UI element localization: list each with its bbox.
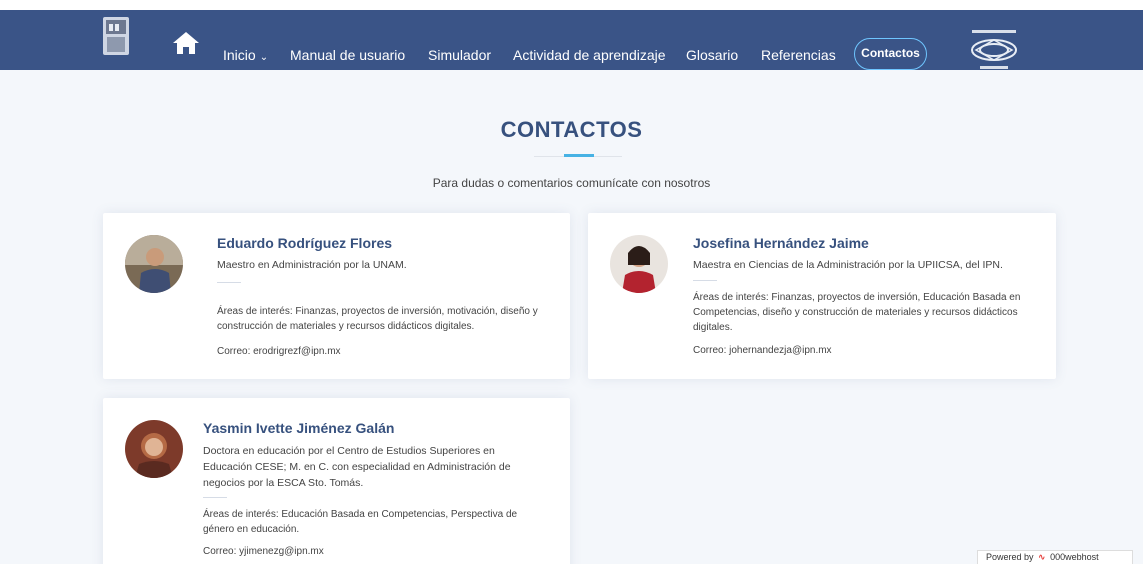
- webhost-brand: 000webhost: [1050, 552, 1099, 562]
- contact-name: Yasmin Ivette Jiménez Galán: [203, 420, 395, 436]
- nav-item-simulador[interactable]: Simulador: [428, 25, 491, 85]
- powered-by-badge[interactable]: Powered by ∿ 000webhost: [977, 550, 1133, 564]
- contact-role: Maestro en Administración por la UNAM.: [217, 259, 407, 271]
- contact-email[interactable]: Correo: johernandezja@ipn.mx: [693, 343, 832, 358]
- avatar: [125, 420, 183, 478]
- contact-role: Maestra en Ciencias de la Administración…: [693, 259, 1003, 271]
- contact-areas: Áreas de interés: Finanzas, proyectos de…: [217, 306, 538, 332]
- contactos-button[interactable]: Contactos: [854, 38, 927, 70]
- nav-item-referencias[interactable]: Referencias: [761, 25, 836, 85]
- nav-item-glosario[interactable]: Glosario: [686, 25, 738, 85]
- contact-card-josefina: Josefina Hernández Jaime Maestra en Cien…: [588, 213, 1056, 379]
- contact-email[interactable]: Correo: erodrigrezf@ipn.mx: [217, 344, 341, 359]
- top-white-strip: [0, 0, 1143, 10]
- nav-item-manual[interactable]: Manual de usuario: [290, 25, 405, 85]
- contact-areas: Áreas de interés: Educación Basada en Co…: [203, 509, 518, 535]
- avatar: [125, 235, 183, 293]
- nav-item-inicio-label: Inicio: [223, 47, 256, 63]
- card-divider: [203, 497, 227, 498]
- webhost-logo-icon: ∿: [1038, 552, 1046, 562]
- page-subtitle: Para dudas o comentarios comunícate con …: [432, 176, 711, 190]
- page-title: CONTACTOS: [500, 117, 643, 142]
- contact-name: Josefina Hernández Jaime: [693, 235, 869, 251]
- contact-role: Doctora en educación por el Centro de Es…: [203, 445, 511, 489]
- nav-item-actividad[interactable]: Actividad de aprendizaje: [513, 25, 666, 85]
- card-divider: [217, 282, 241, 283]
- avatar: [610, 235, 668, 293]
- card-divider: [693, 280, 717, 281]
- escom-logo-icon[interactable]: [966, 28, 1022, 70]
- title-accent-bar: [564, 154, 594, 157]
- chevron-down-icon: ⌄: [259, 52, 269, 63]
- powered-by-text: Powered by: [986, 552, 1034, 562]
- contact-email[interactable]: Correo: yjimenezg@ipn.mx: [203, 544, 324, 559]
- contact-card-yasmin: Yasmin Ivette Jiménez Galán Doctora en e…: [103, 398, 570, 564]
- nav-item-inicio[interactable]: Inicio ⌄: [223, 25, 268, 85]
- contact-card-eduardo: Eduardo Rodríguez Flores Maestro en Admi…: [103, 213, 570, 379]
- contact-areas: Áreas de interés: Finanzas, proyectos de…: [693, 292, 1021, 333]
- contact-name: Eduardo Rodríguez Flores: [217, 235, 393, 251]
